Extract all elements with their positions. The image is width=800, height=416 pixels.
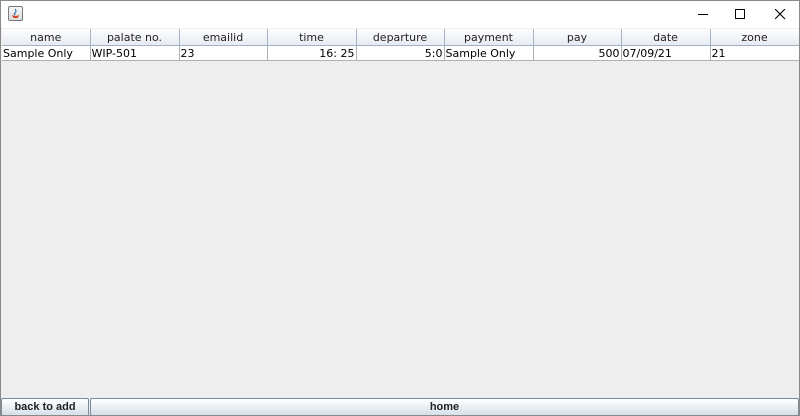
column-header-emailid[interactable]: emailid: [179, 29, 268, 46]
column-header-zone[interactable]: zone: [710, 29, 799, 46]
column-header-date[interactable]: date: [621, 29, 711, 46]
minimize-button[interactable]: [683, 1, 723, 28]
column-header-departure[interactable]: departure: [356, 29, 445, 46]
title-bar: [1, 1, 799, 28]
column-header-name[interactable]: name: [2, 29, 91, 46]
cell-zone[interactable]: 21: [710, 45, 799, 61]
home-button[interactable]: home: [90, 398, 799, 415]
bottom-button-bar: back to add home: [1, 397, 799, 415]
cell-payment[interactable]: Sample Only: [444, 45, 534, 61]
close-button[interactable]: [760, 1, 799, 28]
table-row[interactable]: Sample Only WIP-501 23 16: 25 5:0 Sample…: [2, 45, 799, 61]
close-icon: [775, 9, 786, 20]
cell-pay[interactable]: 500: [533, 45, 622, 61]
maximize-button[interactable]: [720, 1, 760, 28]
cell-date[interactable]: 07/09/21: [621, 45, 711, 61]
back-to-add-button[interactable]: back to add: [1, 398, 89, 415]
column-header-payment[interactable]: payment: [444, 29, 534, 46]
column-header-time[interactable]: time: [267, 29, 357, 46]
minimize-icon: [698, 14, 708, 15]
table-header-row: name palate no. emailid time departure p…: [2, 29, 799, 46]
cell-departure[interactable]: 5:0: [356, 45, 445, 61]
cell-emailid[interactable]: 23: [179, 45, 268, 61]
maximize-icon: [735, 9, 745, 19]
cell-name[interactable]: Sample Only: [2, 45, 91, 61]
java-icon: [8, 6, 23, 21]
column-header-pay[interactable]: pay: [533, 29, 622, 46]
cell-time[interactable]: 16: 25: [267, 45, 357, 61]
column-header-palate-no[interactable]: palate no.: [90, 29, 180, 46]
records-table: name palate no. emailid time departure p…: [2, 29, 799, 61]
app-window: name palate no. emailid time departure p…: [0, 0, 800, 416]
cell-palate-no[interactable]: WIP-501: [90, 45, 180, 61]
